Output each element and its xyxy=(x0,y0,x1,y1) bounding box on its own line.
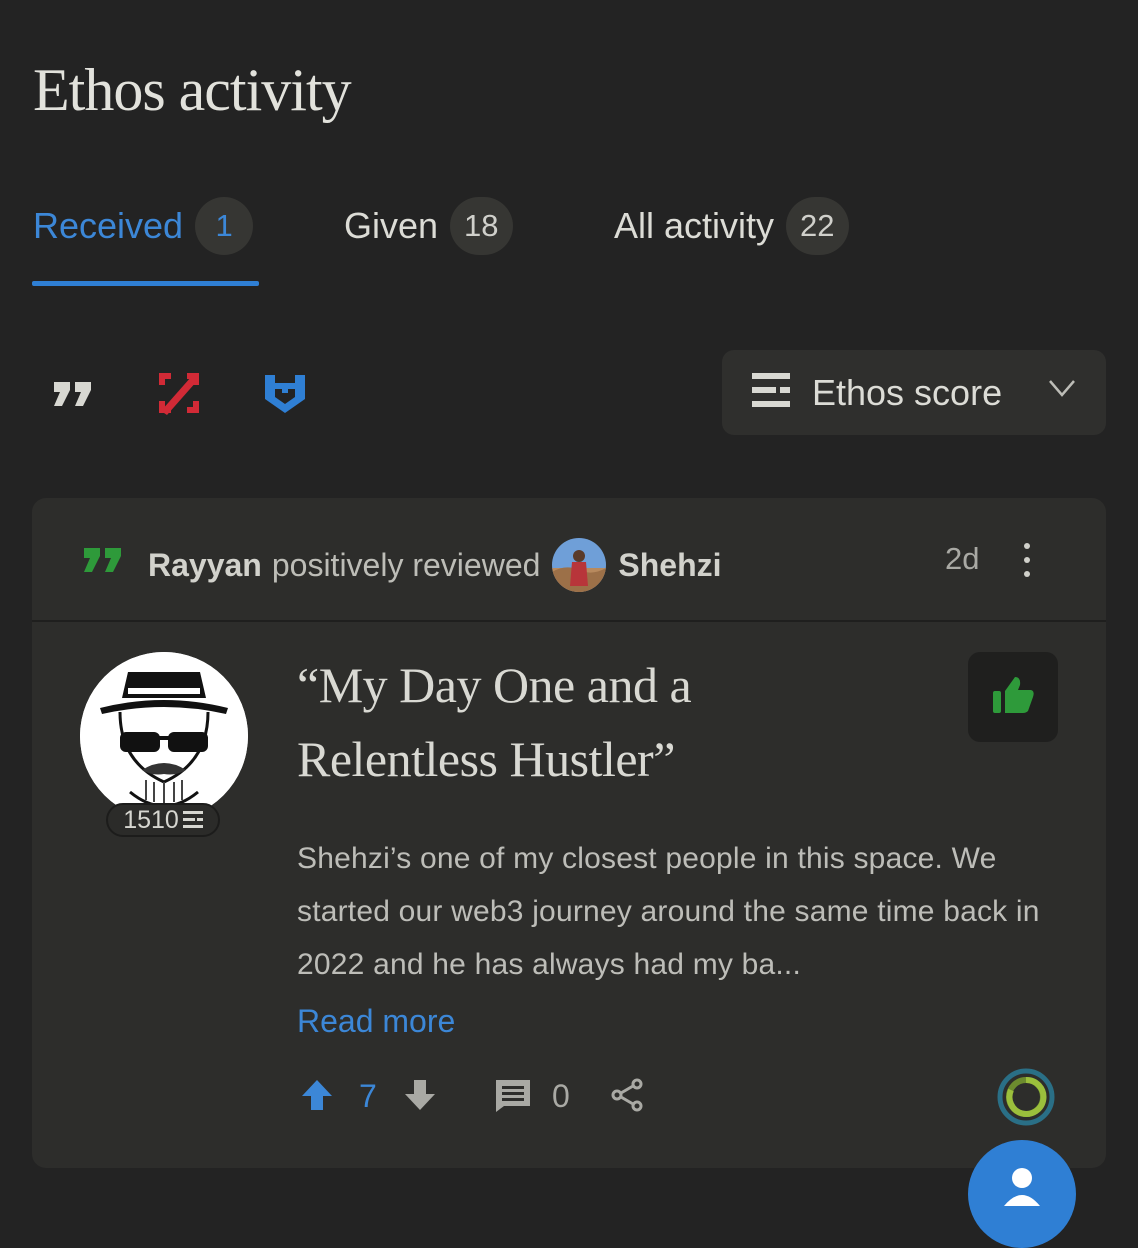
tab-received[interactable]: Received 1 xyxy=(33,196,254,256)
ethos-score-icon xyxy=(752,373,790,412)
score-impact-ring-icon[interactable] xyxy=(995,1066,1057,1128)
review-timestamp: 2d xyxy=(945,541,980,576)
thumbs-up-icon xyxy=(991,675,1035,720)
share-icon[interactable] xyxy=(610,1078,644,1112)
review-summary: Rayyan positively reviewed Shehzi xyxy=(148,538,722,592)
active-tab-indicator xyxy=(32,281,259,286)
sort-label: Ethos score xyxy=(812,371,1003,413)
tab-given[interactable]: Given 18 xyxy=(344,196,513,256)
sort-dropdown[interactable]: Ethos score xyxy=(722,350,1106,435)
subject-link[interactable]: Shehzi xyxy=(618,547,721,584)
review-title: “My Day One and a Relentless Hustler” xyxy=(297,657,692,787)
tab-label: Received xyxy=(33,205,184,246)
positive-sentiment-badge xyxy=(968,652,1058,742)
tab-label: Given xyxy=(344,205,439,246)
more-options-icon[interactable] xyxy=(1012,540,1042,580)
slash-icon[interactable] xyxy=(154,368,204,418)
author-score: 1510 xyxy=(123,805,179,834)
comment-count: 0 xyxy=(552,1078,570,1114)
chevron-down-icon xyxy=(1048,377,1076,404)
downvote-icon[interactable] xyxy=(403,1078,437,1112)
comment-icon[interactable] xyxy=(494,1078,532,1114)
author-link[interactable]: Rayyan xyxy=(148,547,262,584)
author-avatar[interactable] xyxy=(80,652,248,820)
review-quote-icon[interactable] xyxy=(48,368,98,418)
tab-count-badge: 18 xyxy=(450,197,513,255)
tab-count-badge: 22 xyxy=(786,197,849,255)
review-card-header: Rayyan positively reviewed Shehzi 2d xyxy=(32,498,1106,622)
vouch-shield-icon[interactable] xyxy=(260,368,310,418)
subject-avatar[interactable] xyxy=(552,538,607,592)
user-icon xyxy=(1004,1166,1040,1211)
read-more-link[interactable]: Read more xyxy=(297,1003,455,1040)
review-quote-icon xyxy=(80,542,126,581)
upvote-icon[interactable] xyxy=(300,1078,334,1112)
tab-all-activity[interactable]: All activity 22 xyxy=(614,196,849,256)
author-score-badge: 1510 xyxy=(106,803,220,837)
tab-count-badge: 1 xyxy=(195,197,254,255)
ethos-score-icon xyxy=(182,811,203,829)
upvote-count: 7 xyxy=(359,1078,377,1114)
tab-label: All activity xyxy=(614,205,775,246)
review-card: Rayyan positively reviewed Shehzi 2d 151… xyxy=(32,498,1106,1168)
profile-fab-button[interactable] xyxy=(968,1140,1076,1248)
review-verb: positively reviewed xyxy=(271,546,541,583)
review-body: Shehzi’s one of my closest people in thi… xyxy=(297,842,1040,981)
page-title: Ethos activity xyxy=(33,57,352,123)
